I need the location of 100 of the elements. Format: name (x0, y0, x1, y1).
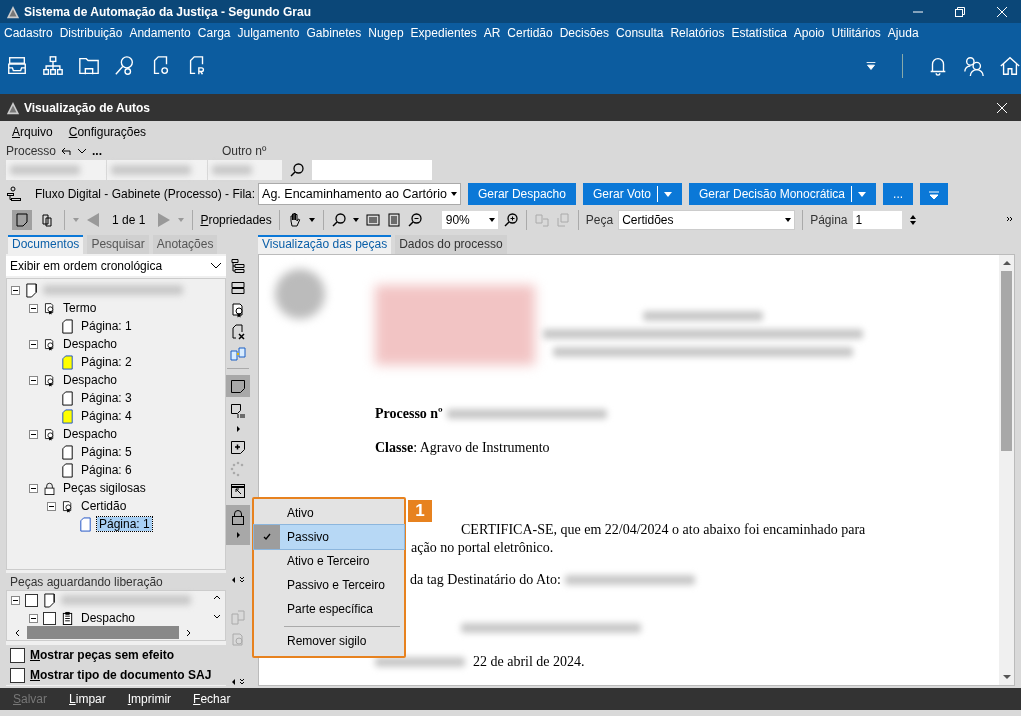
collapse-icon[interactable] (29, 613, 38, 623)
tree-item[interactable]: Página: 4 (79, 409, 134, 423)
tab[interactable]: Visualização das peças (258, 235, 392, 254)
tree-item[interactable]: Termo (61, 301, 99, 315)
menu-item[interactable]: Carga (197, 26, 231, 40)
caret-right-icon[interactable] (234, 531, 242, 539)
search-icon[interactable] (289, 162, 305, 178)
menu-item[interactable]: Consulta (616, 26, 664, 40)
action-button[interactable]: Gerar Decisão Monocrática (689, 183, 877, 205)
other-number-field[interactable] (312, 160, 432, 180)
properties-button[interactable]: Propriedades (200, 212, 272, 227)
list-icon[interactable] (230, 280, 246, 296)
footer-button[interactable]: Fechar (193, 692, 231, 706)
menu-item[interactable]: Utilitários (831, 26, 881, 40)
certificate-icon[interactable] (230, 302, 246, 318)
menu-item[interactable]: Julgamento (237, 26, 300, 40)
tree-item[interactable]: Página: 1 (79, 319, 134, 333)
search-icon[interactable] (330, 211, 347, 228)
chevron-double-icon[interactable] (230, 575, 246, 584)
overflow-icon[interactable] (1007, 215, 1015, 224)
chevron-double-icon[interactable] (230, 678, 246, 686)
home-icon[interactable] (999, 54, 1021, 77)
caret-right-icon[interactable] (234, 425, 242, 433)
scroll-down-icon[interactable] (1002, 673, 1011, 681)
footer-button[interactable]: Limpar (69, 692, 106, 706)
collapse-icon[interactable] (29, 429, 38, 439)
scroll-up-icon[interactable] (1002, 259, 1011, 267)
action-button[interactable]: Gerar Despacho (467, 183, 576, 205)
collapse-icon[interactable] (29, 303, 38, 313)
tree-view-icon[interactable] (230, 258, 246, 274)
tray-icon[interactable] (6, 54, 28, 77)
menu-item[interactable]: Parte específica (254, 597, 404, 621)
undo-icon[interactable] (60, 145, 73, 157)
tree-item[interactable]: Certidão (79, 499, 129, 513)
process-field[interactable] (107, 160, 207, 180)
tree-item[interactable]: Peças sigilosas (61, 481, 148, 495)
footer-button[interactable]: Imprimir (127, 692, 172, 706)
close-icon[interactable] (996, 5, 1008, 18)
collapse-icon[interactable] (11, 285, 20, 295)
filter-button[interactable] (920, 183, 949, 205)
tree-item[interactable]: Despacho (61, 427, 120, 441)
menu-item[interactable]: Arquivo (12, 125, 53, 139)
compare-documents-icon[interactable] (230, 346, 246, 362)
menu-item[interactable]: Passivo (254, 525, 404, 549)
menu-item[interactable]: Estatística (731, 26, 787, 40)
action-button[interactable]: Gerar Voto (582, 183, 682, 205)
collapse-icon[interactable] (11, 595, 20, 605)
tree-item[interactable]: Página: 2 (79, 355, 134, 369)
lock-icon[interactable] (230, 509, 246, 525)
tree-item[interactable]: Despacho (79, 611, 138, 625)
close-icon[interactable] (996, 101, 1008, 114)
queue-select[interactable]: Ag. Encaminhamento ao Cartório (258, 183, 461, 205)
scrollbar-thumb[interactable] (27, 626, 179, 639)
menu-item[interactable]: Certidão (507, 26, 553, 40)
menu-item[interactable]: Nugep (368, 26, 404, 40)
tree-item[interactable]: Página: 3 (79, 391, 134, 405)
menu-item[interactable]: Ajuda (887, 26, 919, 40)
menu-item[interactable]: Ativo (254, 501, 404, 525)
hierarchy-icon[interactable] (42, 54, 64, 77)
remove-document-icon[interactable] (230, 324, 246, 340)
scroll-left-icon[interactable] (13, 628, 21, 637)
caret-icon[interactable] (351, 215, 360, 224)
process-field[interactable] (6, 160, 106, 180)
tab[interactable]: Pesquisar (87, 235, 149, 254)
collapse-icon[interactable] (29, 375, 38, 385)
process-field[interactable] (208, 160, 282, 180)
tab[interactable]: Anotações (152, 235, 218, 254)
menu-item[interactable]: Cadastro (4, 26, 53, 40)
collapse-icon[interactable] (47, 501, 56, 511)
piece-select[interactable]: Certidões (618, 209, 796, 230)
tree-item[interactable]: Despacho (61, 337, 120, 351)
collapse-icon[interactable] (29, 483, 38, 493)
scroll-down-icon[interactable] (213, 613, 221, 621)
scroll-right-icon[interactable] (185, 628, 193, 637)
tree-item[interactable]: Página: 6 (79, 463, 134, 477)
zoom-select[interactable]: 90% (441, 210, 498, 229)
fit-width-icon[interactable] (364, 211, 381, 228)
scrollbar-thumb[interactable] (1001, 271, 1012, 451)
checkbox[interactable] (10, 667, 25, 683)
menu-item[interactable]: Passivo e Terceiro (254, 573, 404, 597)
users-icon[interactable] (963, 54, 985, 77)
fit-page-icon[interactable] (385, 211, 402, 228)
menu-item[interactable]: Relatórios (670, 26, 725, 40)
menu-item[interactable]: Apoio (793, 26, 825, 40)
caret-icon[interactable] (307, 215, 316, 224)
checkbox[interactable] (43, 611, 56, 625)
more-button[interactable]: ... (92, 147, 103, 155)
menu-item[interactable]: Decisões (559, 26, 610, 40)
scroll-up-icon[interactable] (213, 593, 221, 601)
zoom-in-icon[interactable] (502, 211, 519, 228)
search-gear-icon[interactable] (114, 54, 136, 77)
menu-item[interactable]: Gabinetes (306, 26, 362, 40)
restore-icon[interactable] (954, 5, 966, 18)
menu-item[interactable]: Expedientes (410, 26, 477, 40)
tab[interactable]: Documentos (8, 235, 84, 254)
note-list-icon[interactable] (230, 403, 246, 419)
menu-item[interactable]: Andamento (129, 26, 191, 40)
order-select[interactable]: Exibir em ordem cronológica (6, 256, 226, 276)
menu-item[interactable]: Configurações (68, 125, 147, 139)
page-field[interactable]: 1 (852, 210, 902, 229)
